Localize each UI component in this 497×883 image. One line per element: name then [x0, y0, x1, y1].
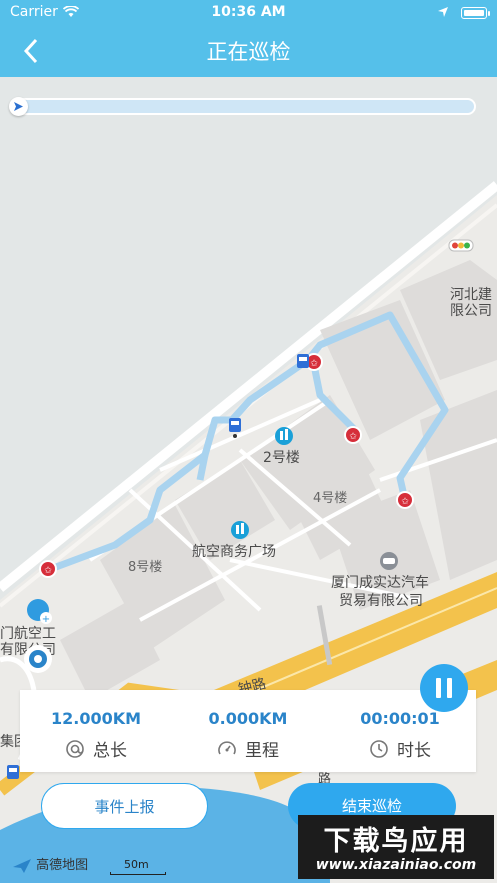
patrol-screen: ✩ ✩ ✩ ✩ + 2号楼 4号楼 8号楼 航空商务广场 河北建 限公司 厦门成…	[0, 0, 497, 883]
battery-icon	[461, 7, 490, 19]
bus-stop-icon	[297, 354, 309, 368]
watermark: 下载鸟应用 www.xiazainiao.com	[298, 815, 494, 879]
progress-knob[interactable]	[9, 97, 28, 116]
pause-icon	[436, 678, 441, 698]
status-time: 10:36 AM	[211, 4, 286, 20]
building-icon	[231, 521, 249, 539]
distance-label: 里程	[245, 741, 279, 761]
status-bar: Carrier 10:36 AM	[0, 0, 497, 26]
stat-distance: 0.000KM 里程	[172, 690, 324, 772]
page-title: 正在巡检	[206, 40, 291, 64]
total-length-value: 12.000KM	[50, 709, 142, 728]
pause-button[interactable]	[420, 664, 468, 712]
distance-value: 0.000KM	[208, 709, 288, 728]
speedometer-icon	[218, 740, 236, 754]
duration-label: 时长	[397, 741, 431, 761]
current-location-icon[interactable]	[24, 645, 52, 673]
checkpoint-marker[interactable]: ✩	[396, 491, 414, 509]
traffic-light-icon	[448, 239, 474, 252]
play-arrow-icon	[14, 102, 23, 111]
watermark-title: 下载鸟应用	[323, 826, 469, 857]
svg-text:✩: ✩	[44, 566, 52, 576]
stats-panel: 12.000KM 总长 0.000KM 里程 00:00:01 时长	[20, 690, 476, 772]
bus-stop-icon	[7, 765, 19, 779]
stat-total-length: 12.000KM 总长	[20, 690, 172, 772]
building-icon	[275, 427, 293, 445]
svg-text:+: +	[42, 614, 50, 625]
svg-text:✩: ✩	[310, 359, 318, 369]
header: Carrier 10:36 AM 正在巡检	[0, 0, 497, 77]
clock-icon	[370, 739, 388, 758]
duration-value: 00:00:01	[360, 709, 440, 728]
watermark-url: www.xiazainiao.com	[315, 857, 477, 873]
report-event-button[interactable]: 事件上报	[41, 783, 208, 829]
map-provider-name: 高德地图	[36, 858, 89, 873]
bus-stop-icon	[229, 418, 241, 438]
poi-marker-icon[interactable]: +	[27, 599, 52, 625]
map-attribution: 高德地图	[12, 854, 88, 874]
svg-text:✩: ✩	[349, 432, 357, 442]
checkpoint-marker[interactable]: ✩	[344, 426, 362, 444]
car-dealer-icon	[380, 552, 398, 570]
amap-logo-icon	[13, 858, 31, 873]
total-length-label: 总长	[93, 741, 127, 761]
at-icon	[66, 739, 84, 758]
nav-bar: 正在巡检	[0, 26, 497, 77]
location-arrow-icon	[438, 7, 448, 17]
route-progress-bar[interactable]	[9, 97, 476, 116]
checkpoint-marker[interactable]: ✩	[39, 560, 57, 578]
map-scale-label: 50m	[124, 858, 149, 871]
svg-text:✩: ✩	[401, 497, 409, 507]
